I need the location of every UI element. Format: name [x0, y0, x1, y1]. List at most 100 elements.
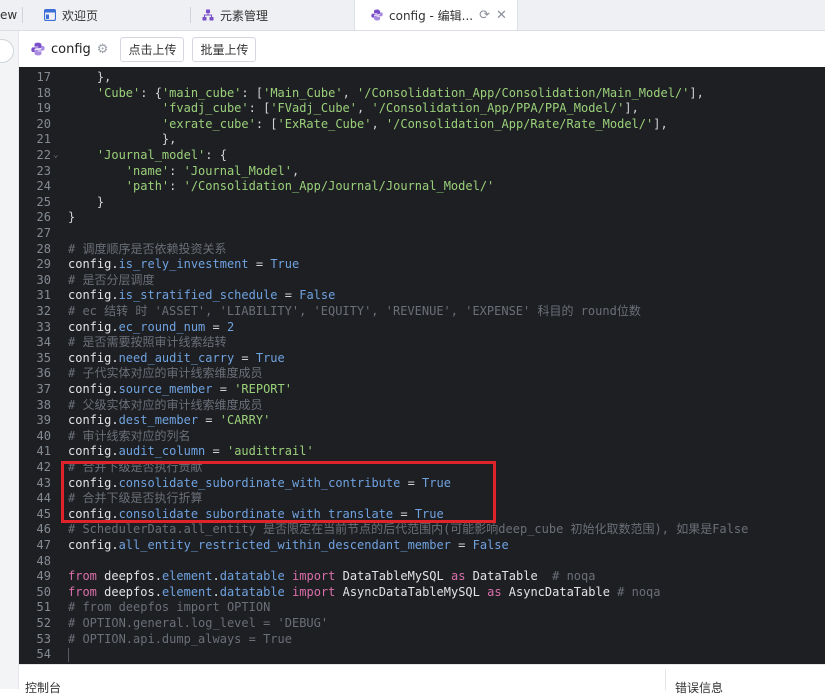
- code-line[interactable]: 50 from deepfos.element.datatable import …: [19, 585, 825, 601]
- python-icon: [371, 9, 383, 21]
- code-text: },: [68, 70, 111, 86]
- batch-upload-button[interactable]: 批量上传: [192, 36, 257, 62]
- code-line[interactable]: 48: [19, 554, 825, 570]
- code-line[interactable]: 26}: [19, 210, 825, 226]
- code-token: deepfos.: [96, 584, 162, 599]
- code-token: :: [169, 163, 184, 178]
- code-token: ec_round_num: [118, 319, 206, 334]
- code-line[interactable]: 17 },: [19, 70, 825, 86]
- code-line[interactable]: 19 'fvadj_cube': ['FVadj_Cube', '/Consol…: [19, 101, 825, 117]
- code-token: AsyncDataTable: [501, 584, 618, 599]
- code-line[interactable]: 36 # 子代实体对应的审计线索维度成员: [19, 366, 825, 382]
- code-line[interactable]: 31 config.is_stratified_schedule = False: [19, 288, 825, 304]
- code-line[interactable]: 37 config.source_member = 'REPORT': [19, 382, 825, 398]
- code-token: '/Consolidation_App/Consolidation/Main_M…: [357, 85, 690, 100]
- code-line[interactable]: 18 'Cube': {'main_cube': ['Main_Cube', '…: [19, 86, 825, 102]
- code-line[interactable]: 51 # from deepfos import OPTION: [19, 600, 825, 616]
- code-token: # noqa: [617, 584, 661, 599]
- code-text: config.source_member = 'REPORT': [68, 382, 292, 398]
- upload-button[interactable]: 点击上传: [120, 36, 185, 62]
- code-line[interactable]: 32 # ec 结转 时 'ASSET', 'LIABILITY', 'EQUIT…: [19, 304, 825, 320]
- line-number: 48: [36, 553, 51, 568]
- code-line[interactable]: 25 }: [19, 195, 825, 211]
- code-line[interactable]: 41 config.audit_column = 'audittrail': [19, 444, 825, 460]
- code-text: # 父级实体对应的审计线索维度成员: [68, 398, 262, 414]
- code-line[interactable]: 21 },: [19, 132, 825, 148]
- code-text: config.audit_column = 'audittrail': [68, 444, 314, 460]
- tab-element-management[interactable]: 元素管理: [202, 0, 268, 30]
- highlight-box: [61, 461, 496, 523]
- code-text: config.ec_round_num = 2: [68, 320, 234, 336]
- tab-welcome[interactable]: 欢迎页: [44, 0, 98, 30]
- code-line[interactable]: 30 # 是否分层调度: [19, 273, 825, 289]
- code-token: 'Journal_Model': [183, 163, 292, 178]
- error-info-tab[interactable]: 错误信息: [675, 679, 723, 696]
- code-line[interactable]: 40 # 审计线索对应的列名: [19, 429, 825, 445]
- code-editor[interactable]: 17 }, 18 'Cube': {'main_cube': ['Main_Cub…: [19, 67, 825, 664]
- tab-config-editor-label: config - 编辑...: [389, 8, 474, 23]
- line-number: 31: [36, 288, 51, 303]
- fold-chevron-icon[interactable]: ⌄: [53, 148, 58, 164]
- code-token: # 审计线索对应的列名: [68, 428, 191, 443]
- code-token: 'path': [68, 179, 170, 194]
- left-sidebar: [0, 31, 19, 689]
- code-line[interactable]: 27: [19, 226, 825, 242]
- code-line[interactable]: 49 from deepfos.element.datatable import …: [19, 569, 825, 585]
- code-token: : {: [140, 85, 162, 100]
- code-line[interactable]: 38 # 父级实体对应的审计线索维度成员: [19, 398, 825, 414]
- tab-divider: [22, 7, 23, 23]
- code-line[interactable]: 35 config.need_audit_carry = True: [19, 351, 825, 367]
- code-line[interactable]: 52 # OPTION.general.log_level = 'DEBUG': [19, 616, 825, 632]
- code-token: 'ExRate_Cube': [277, 116, 372, 131]
- code-token: from: [68, 584, 97, 599]
- code-line[interactable]: 33 config.ec_round_num = 2: [19, 320, 825, 336]
- tab-partial[interactable]: ew: [0, 0, 17, 30]
- code-text: # 调度顺序是否依赖投资关系: [68, 242, 226, 258]
- code-token: # 子代实体对应的审计线索维度成员: [68, 366, 263, 381]
- code-text: # 是否需要按照审计线索结转: [68, 335, 226, 351]
- code-text: 'Journal_model': {: [68, 148, 227, 164]
- code-token: # 是否分层调度: [68, 272, 155, 287]
- code-token: ,: [371, 116, 386, 131]
- code-token: config.: [68, 257, 119, 272]
- line-number: 23: [36, 163, 51, 178]
- code-text: },: [68, 132, 176, 148]
- code-token: '/Consolidation_App/Journal/Journal_Mode…: [183, 179, 495, 194]
- code-line[interactable]: 24 'path': '/Consolidation_App/Journal/J…: [19, 179, 825, 195]
- code-line[interactable]: 47 config.all_entity_restricted_within_de…: [19, 538, 825, 554]
- code-line[interactable]: 29 config.is_rely_investment = True: [19, 257, 825, 273]
- code-token: 'REPORT': [234, 382, 292, 396]
- code-line[interactable]: 28 # 调度顺序是否依赖投资关系: [19, 242, 825, 258]
- code-line[interactable]: 39 config.dest_member = 'CARRY': [19, 413, 825, 429]
- code-text: config.is_rely_investment = True: [68, 257, 299, 273]
- code-line[interactable]: 53 # OPTION.api.dump_always = True: [19, 632, 825, 648]
- code-line[interactable]: 20 'exrate_cube': ['ExRate_Cube', '/Cons…: [19, 117, 825, 133]
- code-line[interactable]: 34 # 是否需要按照审计线索结转: [19, 335, 825, 351]
- line-number: 35: [36, 350, 51, 365]
- tab-config-editor[interactable]: config - 编辑... ⟳ ✕: [354, 0, 518, 30]
- code-token: DataTable: [465, 569, 553, 584]
- close-icon[interactable]: ✕: [496, 8, 507, 23]
- code-line[interactable]: 46 # SchedulerData.all_entity 是否限定在当前节点的后…: [19, 522, 825, 538]
- window-icon: [44, 9, 56, 21]
- code-token: all_entity_restricted_within_descendant_…: [118, 538, 451, 552]
- code-text: config.need_audit_carry = True: [68, 351, 285, 367]
- refresh-icon[interactable]: ⟳: [479, 8, 490, 23]
- code-token: =: [205, 319, 227, 334]
- code-line[interactable]: 54: [19, 647, 825, 663]
- line-number: 33: [36, 319, 51, 334]
- code-line[interactable]: 22 ⌄ 'Journal_model': {: [19, 148, 825, 164]
- line-number: 25: [36, 194, 51, 209]
- line-number: 27: [36, 226, 51, 240]
- code-token: .: [212, 584, 220, 599]
- console-tab[interactable]: 控制台: [25, 679, 61, 696]
- line-number: 36: [36, 366, 51, 381]
- code-token: },: [68, 132, 177, 147]
- settings-icon[interactable]: ⚙: [97, 42, 109, 57]
- code-line[interactable]: 23 'name': 'Journal_Model',: [19, 164, 825, 180]
- line-number: 54: [36, 647, 51, 662]
- code-token: # 是否需要按照审计线索结转: [68, 335, 227, 350]
- file-toolbar: config ⚙ 点击上传 批量上传: [19, 31, 825, 67]
- sidebar-toggle-button[interactable]: [0, 39, 14, 63]
